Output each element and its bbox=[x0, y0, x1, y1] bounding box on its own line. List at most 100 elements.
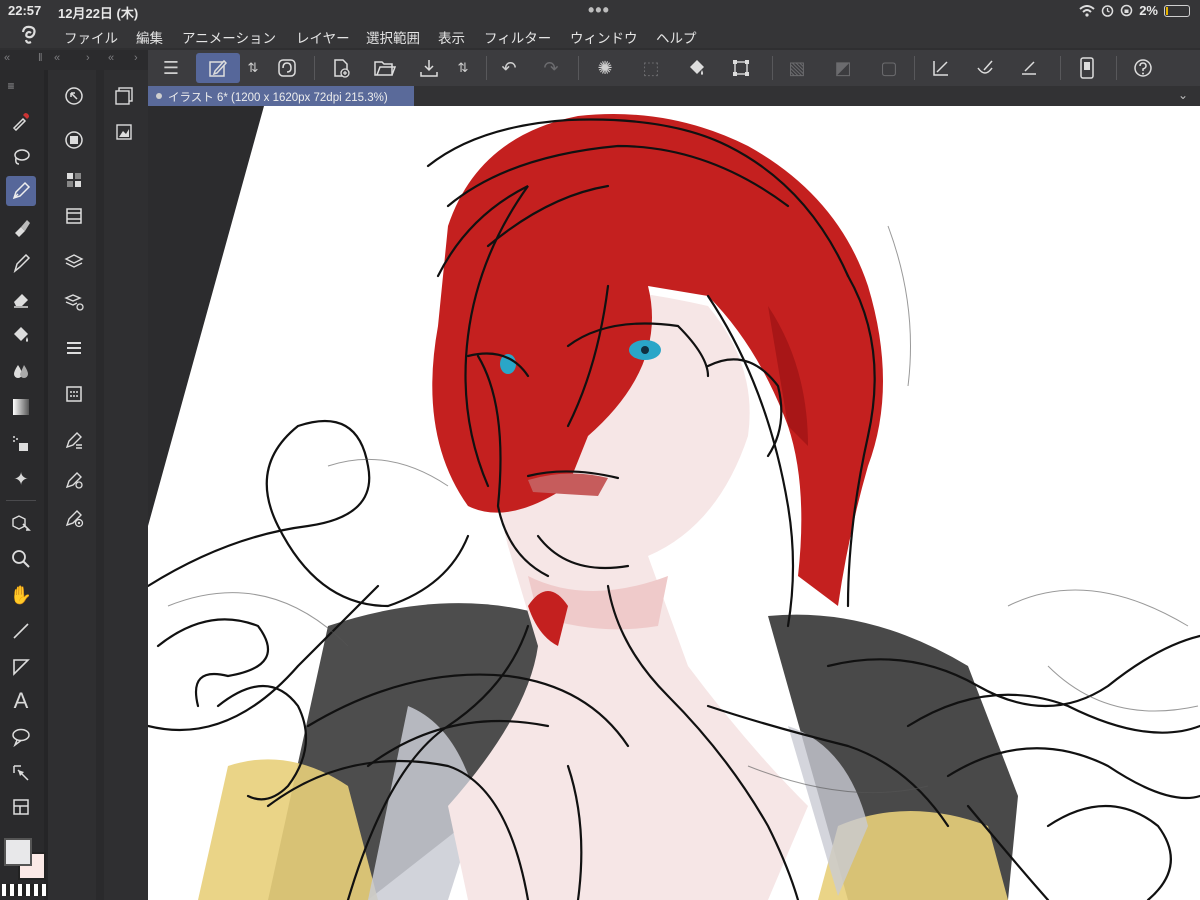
transform-icon[interactable] bbox=[726, 53, 756, 83]
main-color-swatch[interactable] bbox=[4, 838, 32, 866]
menu-help[interactable]: ヘルプ bbox=[656, 27, 697, 47]
battery-percent: 2% bbox=[1139, 3, 1158, 18]
status-date: 12月22日 (木) bbox=[58, 6, 139, 21]
color-set-palette-icon[interactable] bbox=[60, 166, 88, 194]
menu-view[interactable]: 表示 bbox=[438, 27, 465, 47]
ruler-tool-icon[interactable] bbox=[6, 792, 36, 822]
gradient-tool-icon[interactable] bbox=[6, 392, 36, 422]
menu-edit[interactable]: 編集 bbox=[136, 27, 163, 47]
device-settings-icon[interactable] bbox=[1072, 53, 1102, 83]
document-tab-title: イラスト 6* (1200 x 1620px 72dpi 215.3%) bbox=[168, 92, 388, 104]
balloon-tool-icon[interactable] bbox=[6, 722, 36, 752]
menu-file[interactable]: ファイル bbox=[64, 27, 118, 47]
status-right: 2% bbox=[1079, 3, 1190, 18]
expand-right-icon-2[interactable]: › bbox=[134, 52, 138, 64]
fill-bucket-icon[interactable] bbox=[682, 53, 712, 83]
sub-view-palette-icon[interactable] bbox=[60, 126, 88, 154]
lasso-tool-icon[interactable] bbox=[6, 142, 36, 172]
new-file-icon[interactable] bbox=[326, 53, 356, 83]
menu-window[interactable]: ウィンドウ bbox=[570, 27, 638, 47]
battery-icon bbox=[1164, 4, 1190, 17]
special-ruler-icon[interactable] bbox=[970, 53, 1000, 83]
layer-palette-icon[interactable] bbox=[60, 248, 88, 276]
quick-access-icon[interactable] bbox=[272, 53, 302, 83]
ruler-snap-icon[interactable] bbox=[926, 53, 956, 83]
wifi-icon bbox=[1079, 4, 1095, 17]
marker-tool-icon[interactable] bbox=[6, 212, 36, 242]
sub-tool-detail-icon[interactable] bbox=[60, 504, 88, 532]
docked-palette-bar bbox=[104, 70, 148, 900]
line-tool-icon[interactable] bbox=[6, 616, 36, 646]
alarm-icon bbox=[1101, 5, 1114, 17]
menu-animation[interactable]: アニメーション bbox=[182, 27, 276, 47]
object-tool-icon[interactable] bbox=[6, 508, 36, 538]
drawing-canvas[interactable] bbox=[148, 106, 1200, 900]
select-all-icon[interactable]: ⬚ bbox=[636, 53, 666, 83]
app-logo-icon[interactable] bbox=[18, 24, 40, 46]
transparent-color-swatch[interactable] bbox=[2, 884, 48, 896]
updown-stepper-icon[interactable]: ⇅ bbox=[238, 53, 268, 83]
grid-snap-icon[interactable] bbox=[1014, 53, 1044, 83]
text-tool-icon[interactable]: A bbox=[6, 686, 36, 716]
pen-tool-icon[interactable] bbox=[6, 176, 36, 206]
status-bar: 22:57 12月22日 (木) ••• 2% bbox=[0, 0, 1200, 22]
eraser-tool-icon[interactable] bbox=[6, 284, 36, 314]
collapse-left-icon[interactable]: « bbox=[4, 52, 10, 64]
edit-toggle-button[interactable] bbox=[196, 53, 240, 83]
orientation-lock-icon bbox=[1120, 4, 1133, 17]
tool-property-palette-icon[interactable] bbox=[60, 426, 88, 454]
eyedropper-tool-icon[interactable] bbox=[6, 106, 36, 136]
collapse-left-icon-3[interactable]: « bbox=[108, 52, 114, 64]
open-folder-icon[interactable] bbox=[370, 53, 400, 83]
illustration-artwork bbox=[148, 106, 1200, 900]
expand-right-icon[interactable]: › bbox=[86, 52, 90, 64]
airbrush-tool-icon[interactable] bbox=[6, 428, 36, 458]
menu-layer[interactable]: レイヤー bbox=[296, 27, 350, 47]
undo-icon[interactable]: ↶ bbox=[494, 53, 524, 83]
correct-line-tool-icon[interactable] bbox=[6, 758, 36, 788]
hand-tool-icon[interactable]: ✋ bbox=[6, 580, 36, 610]
brush-size-palette-icon[interactable] bbox=[60, 466, 88, 494]
image-palette-icon[interactable] bbox=[110, 118, 138, 146]
menu-bar: ファイル 編集 アニメーション レイヤー 選択範囲 表示 フィルター ウィンドウ… bbox=[0, 22, 1200, 48]
fill-tool-icon[interactable] bbox=[6, 320, 36, 350]
status-time: 22:57 bbox=[8, 3, 42, 18]
frame-tool-icon[interactable] bbox=[6, 652, 36, 682]
loading-spinner-icon[interactable]: ✺ bbox=[590, 53, 620, 83]
brush-tool-icon[interactable] bbox=[6, 248, 36, 278]
layer-search-palette-icon[interactable] bbox=[60, 334, 88, 362]
timeline-palette-icon[interactable] bbox=[60, 202, 88, 230]
layer-property-palette-icon[interactable] bbox=[60, 288, 88, 316]
tab-close-dot-icon[interactable] bbox=[156, 93, 162, 99]
updown-stepper-icon-2[interactable]: ⇅ bbox=[448, 53, 478, 83]
clear-outside-icon[interactable]: ▧ bbox=[782, 53, 812, 83]
palette-grip-icon[interactable]: ‖ bbox=[38, 52, 43, 64]
zoom-tool-icon[interactable] bbox=[6, 544, 36, 574]
navigator-palette-icon[interactable] bbox=[60, 82, 88, 110]
palette-collapse-strip: « ‖ « › « › bbox=[0, 50, 148, 70]
document-tab[interactable]: イラスト 6* (1200 x 1620px 72dpi 215.3%) bbox=[148, 86, 414, 106]
tool-divider bbox=[6, 500, 36, 501]
palette-menu-icon[interactable]: ≡ bbox=[4, 76, 18, 96]
selection-frame-icon[interactable]: ▢ bbox=[874, 53, 904, 83]
collapse-left-icon-2[interactable]: « bbox=[54, 52, 60, 64]
menu-selection[interactable]: 選択範囲 bbox=[366, 27, 420, 47]
help-bubble-icon[interactable] bbox=[1128, 53, 1158, 83]
layer-stack-palette-icon[interactable] bbox=[110, 82, 138, 110]
color-swatches bbox=[2, 838, 48, 886]
pencil-edit-icon bbox=[209, 59, 228, 77]
chevron-down-icon[interactable]: ⌄ bbox=[1178, 88, 1188, 102]
save-icon[interactable] bbox=[414, 53, 444, 83]
multitasking-dots-icon[interactable]: ••• bbox=[588, 0, 610, 21]
redo-icon[interactable]: ↷ bbox=[536, 53, 566, 83]
menu-hamburger-icon[interactable]: ☰ bbox=[156, 53, 186, 83]
invert-selection-icon[interactable]: ◩ bbox=[828, 53, 858, 83]
tool-palette: ≡ ✦ ✋ A bbox=[0, 70, 44, 900]
material-palette-icon[interactable] bbox=[60, 380, 88, 408]
decoration-tool-icon[interactable]: ✦ bbox=[6, 464, 36, 494]
palette-bar bbox=[50, 70, 96, 900]
document-tab-bar: イラスト 6* (1200 x 1620px 72dpi 215.3%) ⌄ bbox=[148, 86, 1200, 106]
command-bar: ☰ ⇅ ⇅ ↶ ↷ ✺ ⬚ ▧ ◩ ▢ bbox=[148, 50, 1200, 86]
menu-filter[interactable]: フィルター bbox=[484, 27, 551, 47]
blend-tool-icon[interactable] bbox=[6, 356, 36, 386]
